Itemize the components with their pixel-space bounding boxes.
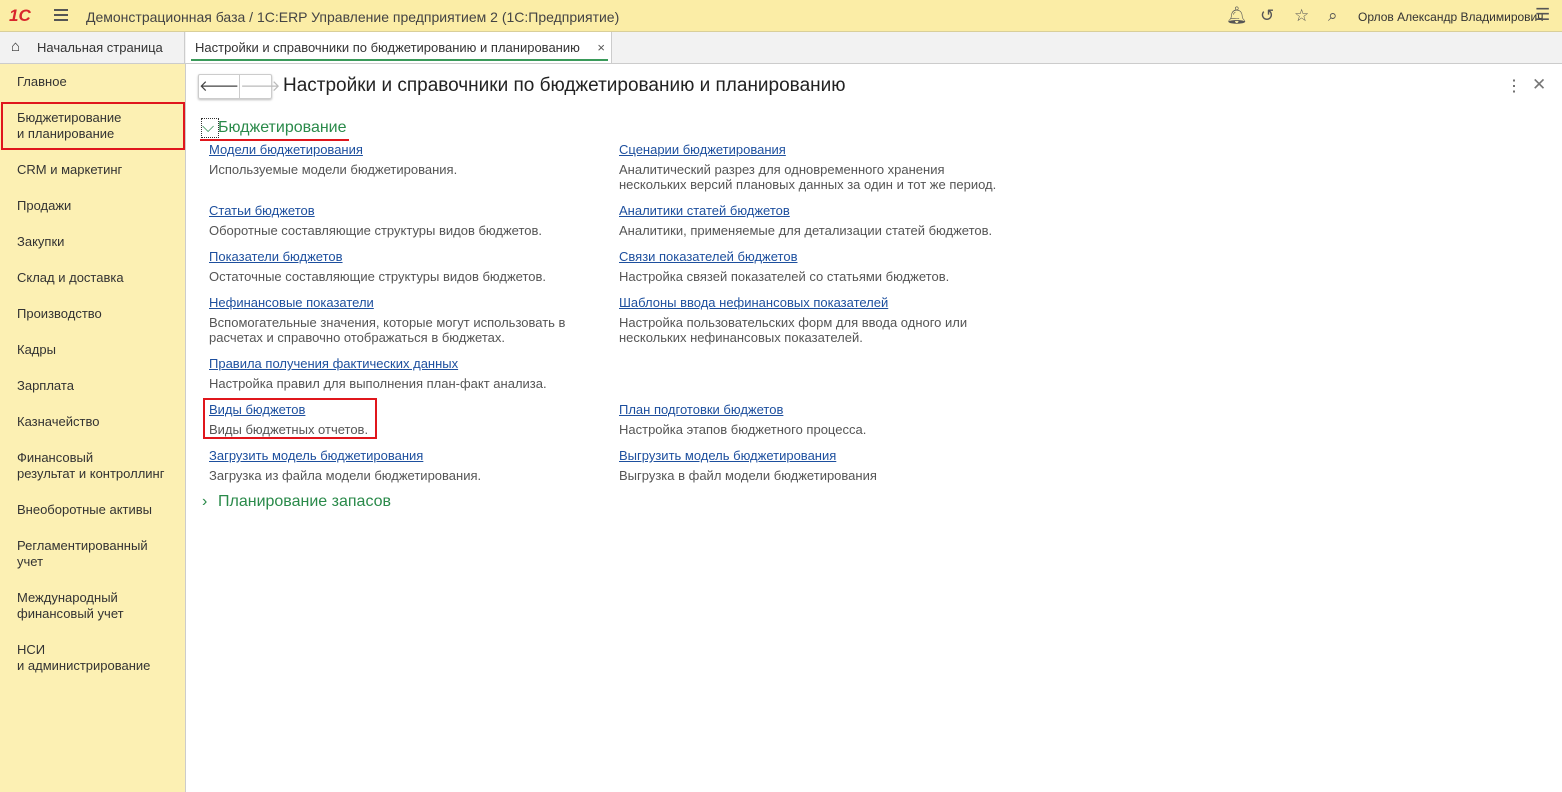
sidebar-item[interactable]: CRM и маркетинг [17, 162, 122, 178]
group-budgeting[interactable]: ⌵ Бюджетирование [200, 118, 349, 141]
settings-link[interactable]: Выгрузить модель бюджетирования [619, 448, 836, 464]
settings-description: Остаточные составляющие структуры видов … [209, 269, 547, 284]
user-name[interactable]: Орлов Александр Владимирович [1358, 10, 1544, 24]
settings-item: Показатели бюджетов Остаточные составляющ… [209, 249, 599, 284]
settings-description: Аналитики, применяемые для детализации с… [619, 223, 993, 238]
settings-item: Шаблоны ввода нефинансовых показателей На… [619, 295, 1009, 345]
sidebar-item[interactable]: Главное [17, 74, 67, 90]
navigation-buttons: 🡐 🡒 [198, 74, 280, 99]
settings-link[interactable]: Правила получения фактических данных [209, 356, 458, 372]
settings-description: Настройка пользовательских форм для ввод… [619, 315, 968, 345]
title-bar: 1С Демонстрационная база / 1С:ERP Управл… [0, 0, 1562, 32]
settings-item: Виды бюджетов Виды бюджетных отчетов. [209, 402, 599, 437]
history-icon[interactable]: ↺ [1260, 6, 1274, 26]
star-icon[interactable]: ☆ [1294, 6, 1309, 26]
search-icon[interactable]: ⌕ [1328, 6, 1338, 26]
chevron-right-icon: › [202, 493, 208, 510]
settings-link[interactable]: Аналитики статей бюджетов [619, 203, 790, 219]
settings-description: Виды бюджетных отчетов. [209, 422, 369, 437]
settings-item: Выгрузить модель бюджетирования Выгрузка … [619, 448, 1009, 483]
sidebar-item[interactable]: Регламентированный учет [17, 538, 148, 570]
settings-link[interactable]: Нефинансовые показатели [209, 295, 374, 311]
settings-item: Сценарии бюджетирования Аналитический раз… [619, 142, 1009, 192]
main-menu-icon[interactable] [54, 9, 68, 21]
settings-description: Используемые модели бюджетирования. [209, 162, 458, 177]
settings-description: Настройка этапов бюджетного процесса. [619, 422, 867, 437]
group-title: Бюджетирование [218, 119, 347, 136]
settings-link[interactable]: Сценарии бюджетирования [619, 142, 786, 158]
settings-item: Правила получения фактических данных Наст… [209, 356, 599, 391]
settings-link[interactable]: Виды бюджетов [209, 402, 305, 418]
sidebar: Главное Бюджетирование и планирование CRM … [0, 64, 186, 792]
forward-button[interactable]: 🡒 [240, 75, 280, 98]
sidebar-item[interactable]: Бюджетирование и планирование [17, 110, 121, 142]
tab-home-label: Начальная страница [37, 40, 163, 55]
settings-item: Нефинансовые показатели Вспомогательные з… [209, 295, 599, 345]
settings-item: План подготовки бюджетов Настройка этапов… [619, 402, 1009, 437]
settings-description: Вспомогательные значения, которые могут … [209, 315, 566, 345]
close-tab-icon[interactable]: × [597, 40, 605, 55]
home-icon: ⌂ [11, 38, 21, 55]
sidebar-item[interactable]: Закупки [17, 234, 64, 250]
sidebar-item[interactable]: Склад и доставка [17, 270, 124, 286]
settings-item: Связи показателей бюджетов Настройка связ… [619, 249, 1009, 284]
settings-link[interactable]: План подготовки бюджетов [619, 402, 783, 418]
sidebar-item[interactable]: Зарплата [17, 378, 74, 394]
sidebar-item[interactable]: Международный финансовый учет [17, 590, 124, 622]
sidebar-item[interactable]: Производство [17, 306, 102, 322]
settings-item: Аналитики статей бюджетов Аналитики, прим… [619, 203, 1009, 238]
bell-icon[interactable]: 🔔︎ [1226, 6, 1248, 26]
close-icon[interactable]: ✕ [1532, 75, 1546, 95]
settings-description: Аналитический разрез для одновременного … [619, 162, 997, 192]
settings-description: Загрузка из файла модели бюджетирования. [209, 468, 482, 483]
settings-description: Выгрузка в файл модели бюджетирования [619, 468, 877, 483]
group-inventory-planning[interactable]: › Планирование запасов [202, 493, 391, 511]
chevron-down-icon: ⌵ [201, 118, 219, 138]
settings-link[interactable]: Шаблоны ввода нефинансовых показателей [619, 295, 888, 311]
settings-item: Загрузить модель бюджетирования Загрузка … [209, 448, 599, 483]
page-title: Настройки и справочники по бюджетировани… [283, 75, 846, 96]
settings-link[interactable]: Модели бюджетирования [209, 142, 363, 158]
settings-menu-icon[interactable]: ☰ [1535, 5, 1550, 25]
sidebar-item[interactable]: Финансовый результат и контроллинг [17, 450, 164, 482]
main-content: 🡐 🡒 Настройки и справочники по бюджетиро… [186, 64, 1562, 792]
sidebar-item[interactable]: Внеоборотные активы [17, 502, 152, 518]
back-button[interactable]: 🡐 [199, 75, 241, 98]
app-title: Демонстрационная база / 1С:ERP Управлени… [86, 9, 620, 25]
settings-description: Настройка связей показателей со статьями… [619, 269, 950, 284]
sidebar-item[interactable]: Кадры [17, 342, 56, 358]
settings-link[interactable]: Статьи бюджетов [209, 203, 315, 219]
settings-link[interactable]: Загрузить модель бюджетирования [209, 448, 423, 464]
more-icon[interactable]: ⋮ [1506, 76, 1522, 96]
settings-link[interactable]: Показатели бюджетов [209, 249, 343, 265]
group-title: Планирование запасов [218, 493, 392, 510]
tab-bar: ⌂ Начальная страница Настройки и справоч… [0, 32, 1562, 64]
settings-description: Настройка правил для выполнения план-фак… [209, 376, 547, 391]
1c-logo: 1С [9, 6, 31, 25]
tab-home[interactable]: ⌂ Начальная страница [0, 32, 185, 63]
sidebar-item[interactable]: Продажи [17, 198, 71, 214]
tab-budget-settings[interactable]: Настройки и справочники по бюджетировани… [186, 32, 612, 63]
settings-description: Оборотные составляющие структуры видов б… [209, 223, 543, 238]
settings-item: Статьи бюджетов Оборотные составляющие ст… [209, 203, 599, 238]
settings-link[interactable]: Связи показателей бюджетов [619, 249, 797, 265]
sidebar-item[interactable]: Казначейство [17, 414, 99, 430]
tab-label: Настройки и справочники по бюджетировани… [195, 40, 580, 55]
sidebar-item[interactable]: НСИ и администрирование [17, 642, 150, 674]
settings-item: Модели бюджетирования Используемые модели… [209, 142, 599, 177]
